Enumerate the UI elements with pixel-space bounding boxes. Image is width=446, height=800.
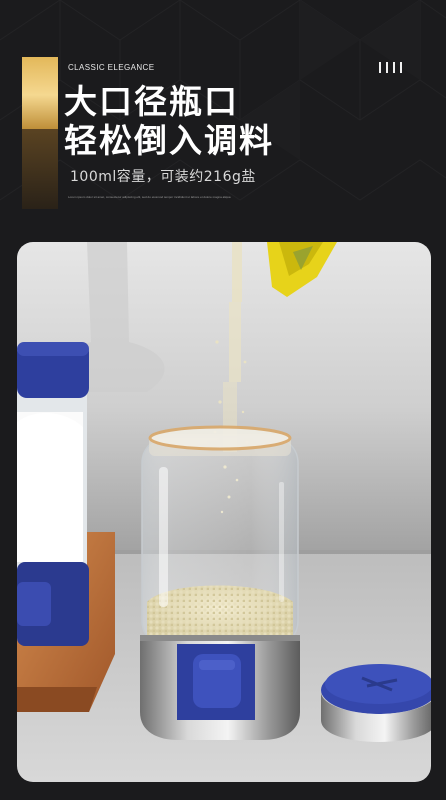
fine-print: Lorem ipsum dolor sit amet, consectetur …: [68, 195, 231, 199]
gold-accent-bar: [22, 57, 58, 209]
menu-icon[interactable]: [379, 62, 402, 73]
capacity-subtitle: 100ml容量，可装约216g盐: [70, 169, 256, 185]
headline-line-2: 轻松倒入调料: [64, 121, 274, 160]
headline-line-1: 大口径瓶口: [64, 82, 239, 121]
product-photo: [17, 242, 431, 782]
brand-label: CLASSIC ELEGANCE: [68, 63, 155, 72]
